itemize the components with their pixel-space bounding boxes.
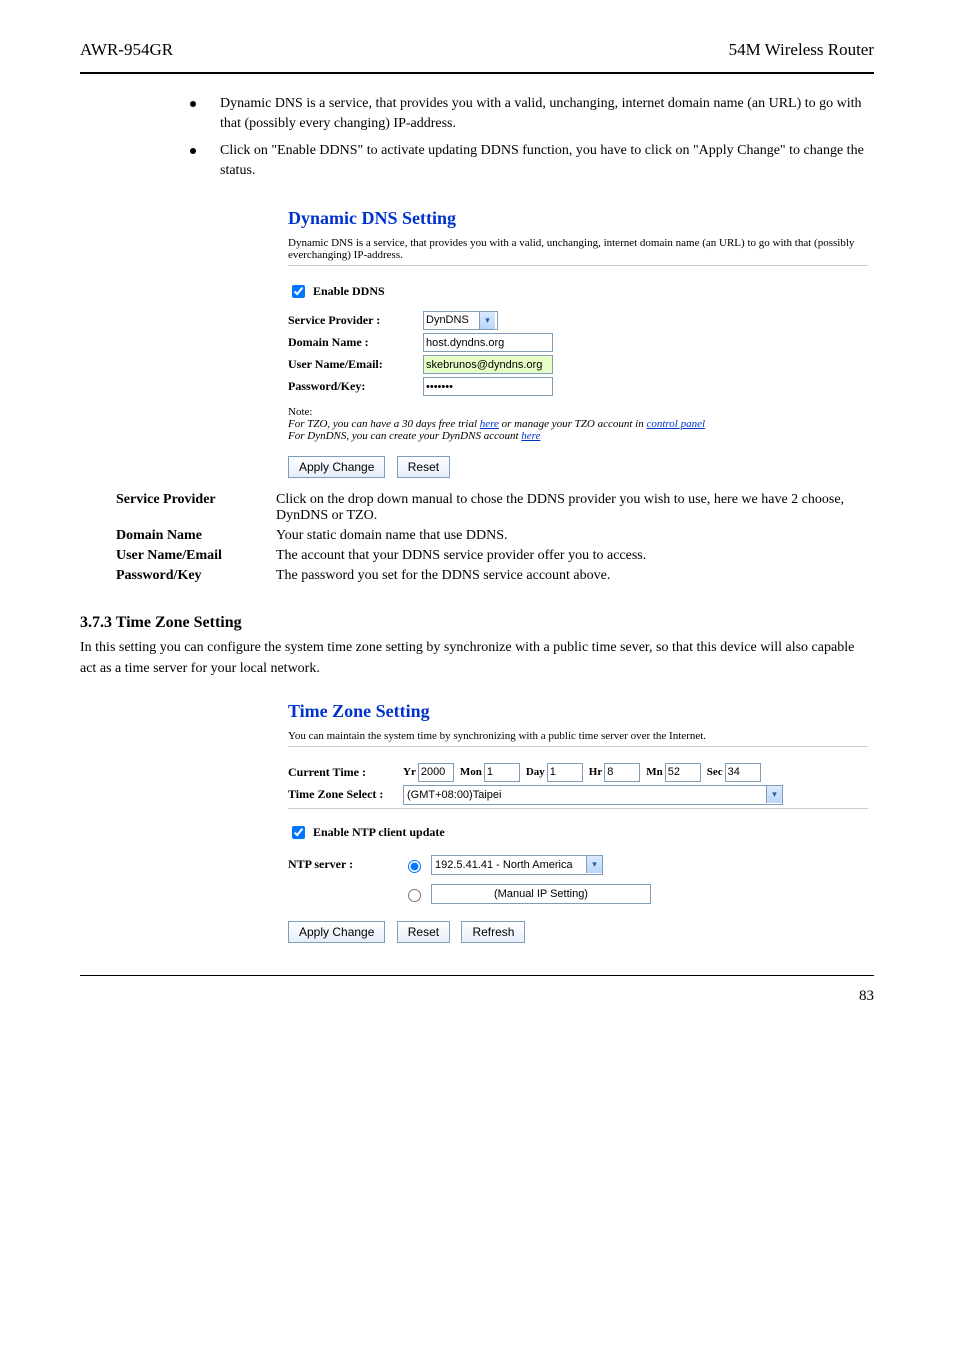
sec-input[interactable]	[725, 763, 761, 782]
ntp-radio-preset[interactable]	[408, 860, 421, 873]
bullet-item: Click on "Enable DDNS" to activate updat…	[190, 141, 874, 180]
refresh-button[interactable]: Refresh	[461, 921, 525, 943]
provider-value: DynDNS	[426, 312, 469, 329]
chevron-down-icon: ▾	[479, 312, 495, 329]
pass-label: Password/Key:	[288, 379, 423, 394]
ntp-select[interactable]: 192.5.41.41 - North America ▾	[431, 855, 603, 875]
bullet-icon	[190, 148, 196, 154]
mn-input[interactable]	[665, 763, 701, 782]
apply-button[interactable]: Apply Change	[288, 456, 385, 478]
ddns-desc: Dynamic DNS is a service, that provides …	[288, 237, 868, 266]
ntp-enable-checkbox[interactable]	[292, 826, 305, 839]
bullet-text: Dynamic DNS is a service, that provides …	[220, 94, 874, 133]
provider-label: Service Provider :	[288, 313, 423, 328]
header-product: 54M Wireless Router	[729, 40, 874, 60]
note-line-1a: For TZO, you can have a 30 days free tri…	[288, 418, 480, 430]
provider-select[interactable]: DynDNS ▾	[423, 311, 498, 330]
field-label: Domain Name	[116, 528, 276, 544]
header-rule	[80, 72, 874, 74]
note-cp-link[interactable]: control panel	[646, 418, 705, 430]
manual-ip-input[interactable]: (Manual IP Setting)	[431, 884, 651, 904]
note-line-2a: For DynDNS, you can create your DynDNS a…	[288, 430, 521, 442]
field-text: Your static domain name that use DDNS.	[276, 528, 874, 544]
field-text: The account that your DDNS service provi…	[276, 548, 874, 564]
divider	[288, 808, 868, 809]
day-label: Day	[526, 766, 545, 778]
chevron-down-icon: ▾	[766, 786, 782, 803]
domain-input[interactable]	[423, 333, 553, 352]
tz-heading: 3.7.3 Time Zone Setting	[80, 614, 874, 632]
note-here-link-2[interactable]: here	[521, 430, 540, 442]
current-time-inputs: Yr Mon Day Hr Mn Sec	[403, 763, 761, 782]
tz-desc: You can maintain the system time by sync…	[288, 730, 868, 747]
bullet-icon	[190, 101, 196, 107]
current-time-label: Current Time :	[288, 765, 403, 780]
ntp-radio-manual[interactable]	[408, 889, 421, 902]
note-line-1b: or manage your TZO account in	[502, 418, 647, 430]
field-label: Service Provider	[116, 492, 276, 524]
ddns-title: Dynamic DNS Setting	[288, 208, 872, 229]
ntp-enable-label: Enable NTP client update	[313, 825, 445, 840]
mn-label: Mn	[646, 766, 663, 778]
reset-button[interactable]: Reset	[397, 921, 450, 943]
tz-title: Time Zone Setting	[288, 701, 872, 722]
hr-label: Hr	[589, 766, 602, 778]
hr-input[interactable]	[604, 763, 640, 782]
bullet-item: Dynamic DNS is a service, that provides …	[190, 94, 874, 133]
day-input[interactable]	[547, 763, 583, 782]
tz-paragraph: In this setting you can configure the sy…	[80, 638, 874, 679]
enable-ddns-label: Enable DDNS	[313, 284, 385, 299]
tz-screenshot: Time Zone Setting You can maintain the s…	[280, 689, 880, 951]
zone-value: (GMT+08:00)Taipei	[407, 789, 501, 801]
chevron-down-icon: ▾	[586, 856, 602, 873]
zone-select[interactable]: (GMT+08:00)Taipei ▾	[403, 785, 783, 805]
pass-input[interactable]	[423, 377, 553, 396]
field-text: The password you set for the DDNS servic…	[276, 568, 874, 584]
apply-button[interactable]: Apply Change	[288, 921, 385, 943]
enable-ddns-checkbox[interactable]	[292, 285, 305, 298]
mon-input[interactable]	[484, 763, 520, 782]
ntp-label: NTP server :	[288, 857, 403, 872]
mon-label: Mon	[460, 766, 482, 778]
note-label: Note:	[288, 406, 312, 418]
user-input[interactable]	[423, 355, 553, 374]
bullet-text: Click on "Enable DDNS" to activate updat…	[220, 141, 874, 180]
ddns-screenshot: Dynamic DNS Setting Dynamic DNS is a ser…	[280, 196, 880, 486]
domain-label: Domain Name :	[288, 335, 423, 350]
field-label: Password/Key	[116, 568, 276, 584]
ddns-note: Note: For TZO, you can have a 30 days fr…	[288, 406, 872, 442]
field-text: Click on the drop down manual to chose t…	[276, 492, 874, 524]
footer-rule	[80, 975, 874, 976]
zone-label: Time Zone Select :	[288, 787, 403, 802]
yr-input[interactable]	[418, 763, 454, 782]
reset-button[interactable]: Reset	[397, 456, 450, 478]
ntp-value: 192.5.41.41 - North America	[435, 859, 573, 871]
yr-label: Yr	[403, 766, 416, 778]
note-here-link[interactable]: here	[480, 418, 499, 430]
field-label: User Name/Email	[116, 548, 276, 564]
header-model: AWR-954GR	[80, 40, 173, 60]
page-number: 83	[80, 988, 874, 1005]
user-label: User Name/Email:	[288, 357, 423, 372]
sec-label: Sec	[707, 766, 723, 778]
manual-ip-label: (Manual IP Setting)	[494, 888, 588, 900]
